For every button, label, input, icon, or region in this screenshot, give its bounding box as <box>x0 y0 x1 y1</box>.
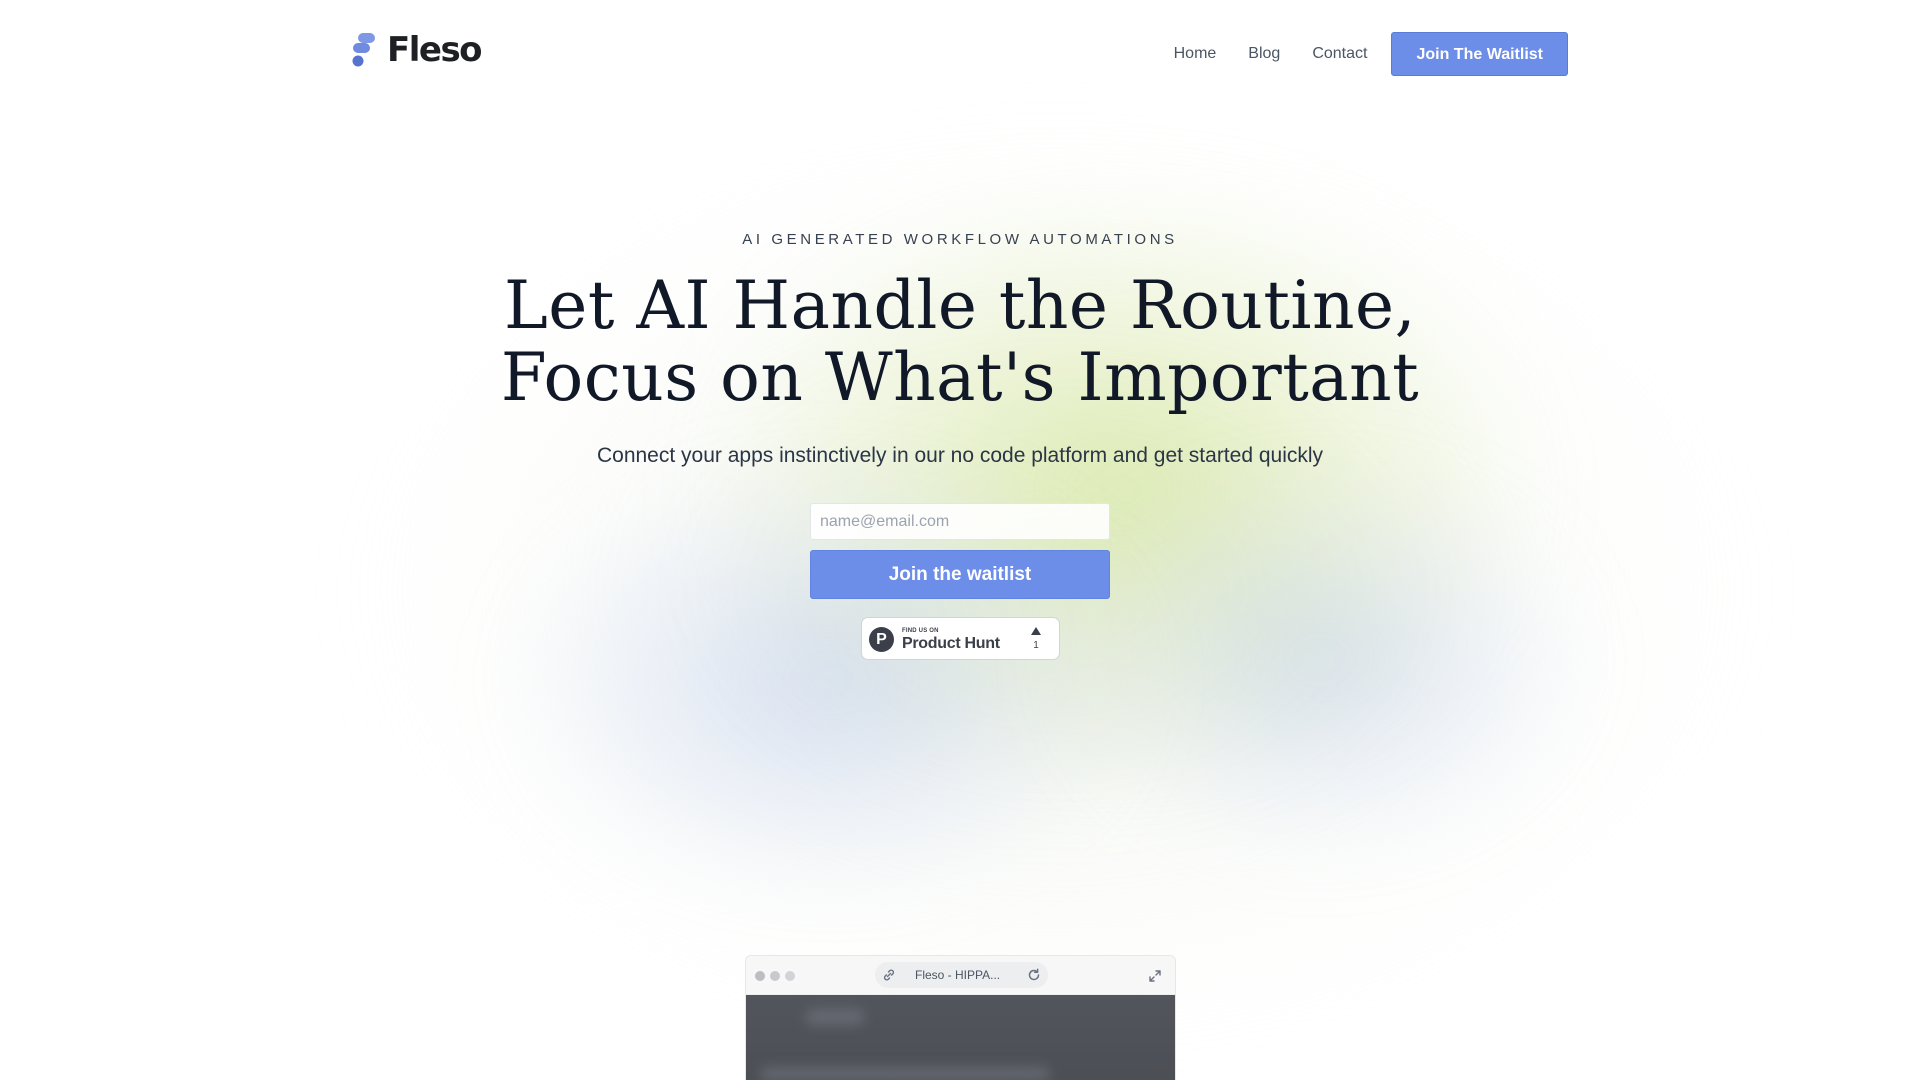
brand-name: Fleso <box>387 30 483 70</box>
browser-toolbar: Fleso - HIPPA... <box>746 956 1175 995</box>
link-icon <box>883 969 895 981</box>
browser-content-preview <box>746 995 1175 1080</box>
nav-home-link[interactable]: Home <box>1174 32 1217 76</box>
window-close-dot <box>755 971 765 981</box>
site-header: Fleso Home Blog Contact Join The Waitlis… <box>0 0 1920 110</box>
brand-logo[interactable]: Fleso <box>351 30 483 70</box>
reload-icon <box>1028 968 1040 981</box>
hero-eyebrow: AI GENERATED WORKFLOW AUTOMATIONS <box>742 231 1178 248</box>
product-hunt-find-us: FIND US ON <box>902 628 939 634</box>
hero-headline: Let AI Handle the Routine, Focus on What… <box>0 270 1920 414</box>
headline-line-2: Focus on What's Important <box>500 339 1420 416</box>
join-waitlist-header-button[interactable]: Join The Waitlist <box>1391 32 1568 76</box>
headline-line-1: Let AI Handle the Routine, <box>503 267 1417 344</box>
product-hunt-logo-icon: P <box>869 627 894 652</box>
logo-mark-icon <box>352 33 375 67</box>
blurred-logo-block <box>806 1009 864 1025</box>
blurred-text-block <box>760 1067 1050 1080</box>
upvote-count: 1 <box>1033 640 1039 651</box>
product-hunt-badge[interactable]: P FIND US ON Product Hunt 1 <box>861 617 1060 660</box>
nav-contact-link[interactable]: Contact <box>1312 32 1367 76</box>
join-waitlist-button[interactable]: Join the waitlist <box>810 550 1110 599</box>
window-minimize-dot <box>770 971 780 981</box>
email-input[interactable] <box>810 503 1110 540</box>
expand-icon <box>1149 970 1161 982</box>
product-hunt-name: Product Hunt <box>902 635 1000 652</box>
upvote-arrow-icon <box>1031 627 1041 635</box>
background-glow-blue-right <box>1060 470 1580 850</box>
window-maximize-dot <box>785 971 795 981</box>
nav-blog-link[interactable]: Blog <box>1248 32 1280 76</box>
browser-preview: Fleso - HIPPA... <box>745 955 1176 1080</box>
address-bar-text: Fleso - HIPPA... <box>915 968 1001 982</box>
hero-subheadline: Connect your apps instinctively in our n… <box>596 444 1324 467</box>
main-nav: Home Blog Contact Join The Waitlist <box>1174 32 1568 76</box>
